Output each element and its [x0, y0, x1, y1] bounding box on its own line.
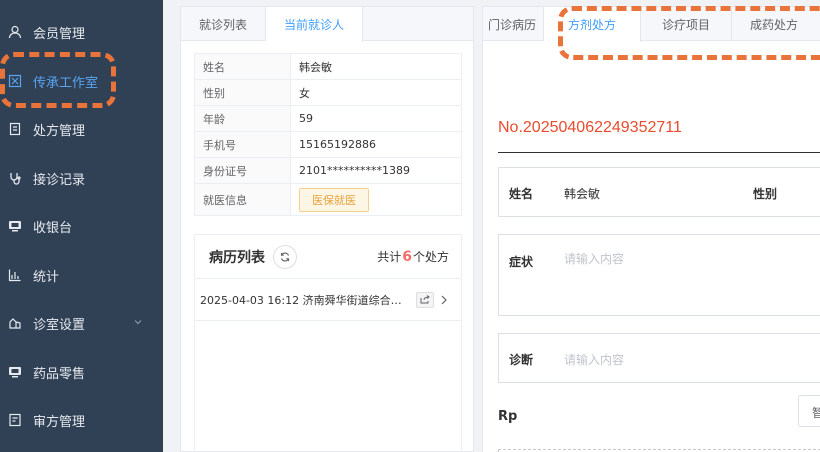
table-row: 手机号 15165192886 [194, 131, 462, 158]
info-key: 就医信息 [194, 183, 291, 216]
table-row: 性别 女 [194, 79, 462, 106]
tab-outpatient-record[interactable]: 门诊病历 [483, 7, 545, 41]
diagnosis-label: 诊断 [509, 353, 534, 367]
patient-name-field: 姓名 韩会敏 性别 [498, 167, 820, 217]
sidebar-item-visit-records[interactable]: 接诊记录 [0, 154, 163, 202]
insurance-badge: 医保就医 [299, 187, 369, 212]
info-key: 姓名 [194, 53, 291, 80]
document-icon [8, 122, 22, 136]
prescription-tabs: 门诊病历 方剂处方 诊疗项目 成药处方 [483, 7, 820, 42]
sidebar-item-label: 传承工作室 [33, 75, 99, 91]
info-value: 15165192886 [290, 131, 462, 158]
prescription-count: 共计 6 个处方 [377, 249, 449, 265]
monitor-icon [8, 365, 22, 379]
prescription-panel: 门诊病历 方剂处方 诊疗项目 成药处方 No.20250406224935271… [482, 6, 820, 452]
studio-icon [8, 74, 22, 88]
tab-visit-list[interactable]: 就诊列表 [181, 7, 267, 41]
prescription-number: No.202504062249352711 [498, 119, 682, 136]
patient-info-table: 姓名 韩会敏 性别 女 年龄 59 手机号 15165192886 身份证号 2… [194, 53, 462, 216]
sidebar-item-label: 诊室设置 [33, 317, 86, 333]
sidebar-item-label: 审方管理 [33, 414, 86, 430]
rp-label: Rp [498, 409, 518, 424]
sidebar-item-label: 处方管理 [33, 123, 86, 139]
sidebar-item-retail[interactable]: 药品零售 [0, 348, 163, 396]
info-key: 身份证号 [194, 157, 291, 184]
medical-records: 病历列表 共计 6 个处方 2025-04-03 16:12 济南舜华街道综合养..… [194, 234, 462, 452]
sidebar-item-prescription[interactable]: 处方管理 [0, 105, 163, 153]
patient-panel: 就诊列表 当前就诊人 姓名 韩会敏 性别 女 年龄 59 手机号 1516519… [180, 6, 474, 452]
diagnosis-field[interactable]: 诊断 请输入内容 [498, 333, 820, 383]
review-icon [8, 413, 22, 427]
stethoscope-icon [8, 171, 22, 185]
sidebar-item-label: 接诊记录 [33, 172, 86, 188]
info-key: 年龄 [194, 105, 291, 132]
chart-icon [8, 268, 22, 282]
patient-tabs: 就诊列表 当前就诊人 [181, 7, 473, 42]
diagnosis-input[interactable]: 请输入内容 [564, 351, 624, 368]
table-row: 就医信息 医保就医 [194, 183, 462, 216]
sidebar-item-clinic-settings[interactable]: 诊室设置 [0, 299, 163, 347]
smart-button[interactable]: 智 [798, 395, 820, 427]
sidebar-item-statistics[interactable]: 统计 [0, 251, 163, 299]
sidebar-item-label: 统计 [33, 269, 60, 285]
chevron-right-icon[interactable] [440, 295, 448, 305]
sidebar-item-studio[interactable]: 传承工作室 [0, 57, 163, 105]
info-value: 59 [290, 105, 462, 132]
name-value: 韩会敏 [564, 187, 601, 201]
tab-patent-medicine[interactable]: 成药处方 [732, 7, 816, 41]
share-button[interactable] [416, 291, 434, 308]
symptom-input[interactable]: 请输入内容 [564, 250, 624, 267]
info-value: 女 [290, 79, 462, 106]
gender-label: 性别 [753, 187, 778, 201]
divider [498, 152, 820, 153]
user-icon [8, 25, 22, 39]
list-item[interactable]: 2025-04-03 16:12 济南舜华街道综合养... [195, 279, 461, 321]
tab-herbal-prescription[interactable]: 方剂处方 [544, 7, 642, 42]
records-title: 病历列表 [209, 249, 265, 266]
info-value: 韩会敏 [290, 53, 462, 80]
settings-icon [8, 316, 22, 330]
symptom-field[interactable]: 症状 请输入内容 [498, 234, 820, 316]
refresh-icon [280, 251, 290, 262]
monitor-icon [8, 219, 22, 233]
sidebar-item-label: 会员管理 [33, 26, 86, 42]
chevron-down-icon [134, 320, 142, 325]
sidebar-item-review[interactable]: 审方管理 [0, 396, 163, 444]
sidebar: 会员管理 传承工作室 处方管理 接诊记录 收银台 统计 诊室设置 药品零售 审方… [0, 0, 163, 452]
records-header: 病历列表 共计 6 个处方 [195, 235, 461, 279]
symptom-label: 症状 [509, 255, 534, 269]
refresh-button[interactable] [273, 244, 297, 269]
sidebar-item-label: 收银台 [33, 220, 73, 236]
table-row: 姓名 韩会敏 [194, 53, 462, 80]
info-key: 手机号 [194, 131, 291, 158]
record-text: 2025-04-03 16:12 济南舜华街道综合养... [200, 293, 406, 307]
sidebar-item-label: 药品零售 [33, 366, 86, 382]
tab-current-patient[interactable]: 当前就诊人 [266, 7, 364, 42]
name-label: 姓名 [509, 187, 534, 201]
info-key: 性别 [194, 79, 291, 106]
sidebar-item-member[interactable]: 会员管理 [0, 8, 163, 56]
info-value: 2101**********1389 [290, 157, 462, 184]
share-icon [420, 295, 430, 304]
sidebar-item-cashier[interactable]: 收银台 [0, 202, 163, 250]
tab-treatment-items[interactable]: 诊疗项目 [641, 7, 733, 41]
table-row: 年龄 59 [194, 105, 462, 132]
table-row: 身份证号 2101**********1389 [194, 157, 462, 184]
